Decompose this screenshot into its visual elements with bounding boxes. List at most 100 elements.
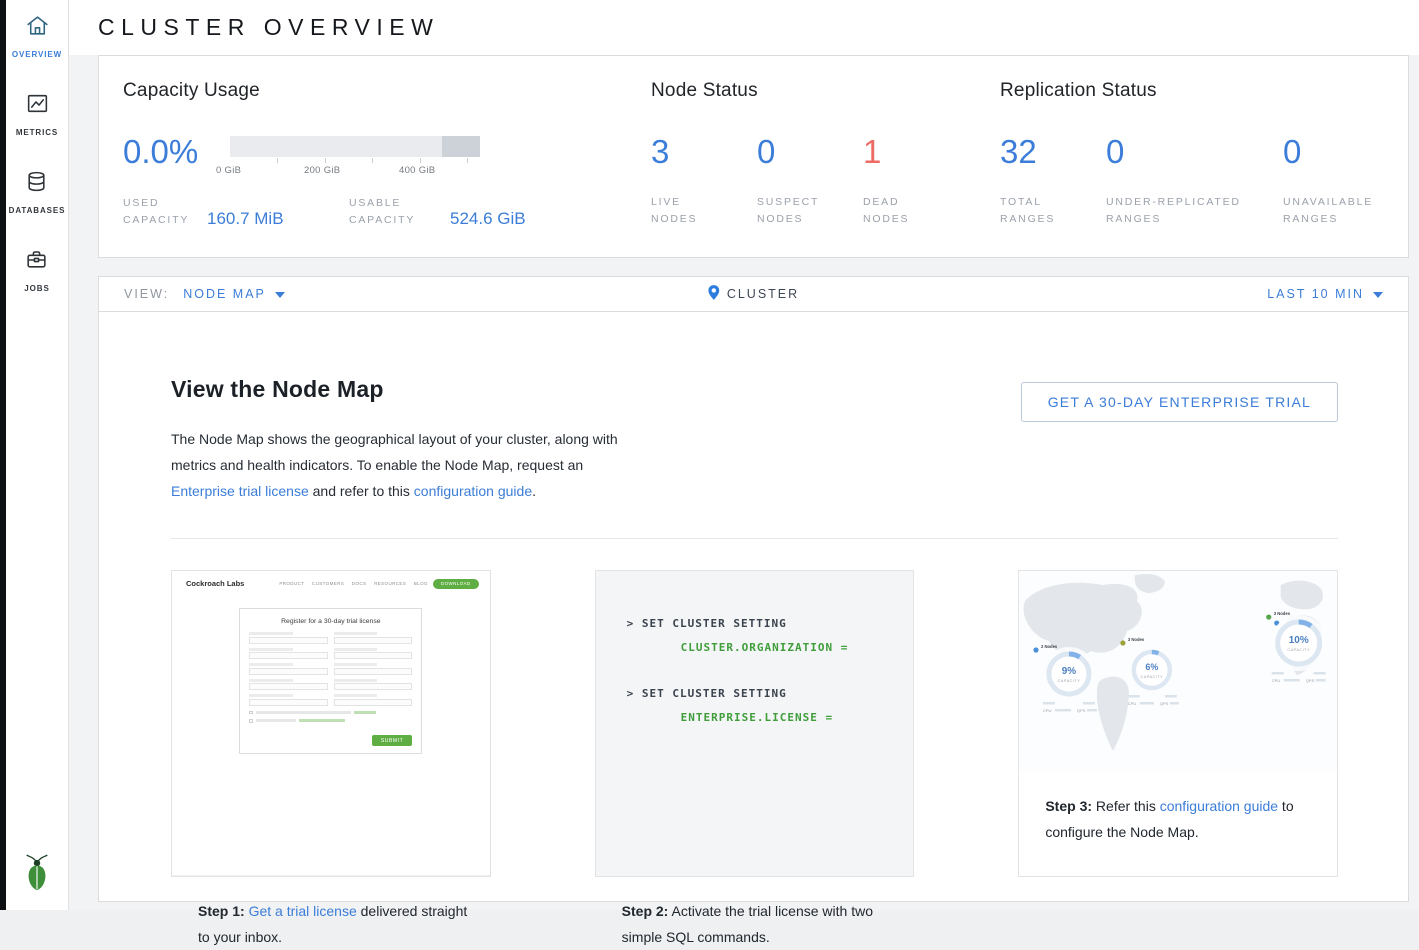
location-pin-icon [708, 285, 719, 303]
unavailable-ranges-stat: 0 UNAVAILABLE RANGES [1283, 134, 1389, 229]
svg-text:QPS: QPS [1306, 678, 1315, 683]
gauge-label: CAPACITY [1288, 648, 1311, 652]
node-map-description: The Node Map shows the geographical layo… [171, 426, 641, 504]
under-replicated-ranges-stat: 0 UNDER-REPLICATED RANGES [1106, 134, 1283, 229]
sidebar-item-label: METRICS [16, 128, 58, 137]
section-title: Replication Status [1000, 80, 1389, 102]
chevron-down-icon [275, 287, 285, 301]
configuration-guide-link[interactable]: configuration guide [414, 483, 532, 499]
stat-label: UNDER-REPLICATED RANGES [1106, 194, 1258, 229]
sidebar-item-metrics[interactable]: METRICS [16, 91, 58, 137]
node-map-title: View the Node Map [171, 376, 641, 403]
enterprise-trial-link[interactable]: Enterprise trial license [171, 483, 309, 499]
stat-label: UNAVAILABLE RANGES [1283, 194, 1383, 229]
capacity-section: Capacity Usage 0.0% 0 GiB [123, 80, 526, 230]
gauge-label: CAPACITY [1141, 675, 1164, 679]
usable-capacity-label: USABLE CAPACITY [349, 195, 450, 230]
form-checkbox-row [249, 719, 412, 723]
sidebar-item-databases[interactable]: DATABASES [9, 169, 66, 215]
stat-label: DEAD NODES [863, 194, 927, 229]
node-status-section: Node Status 3 LIVE NODES 0 SUSPECT NODES… [651, 80, 969, 229]
gauge-tick-label: 0 GiB [216, 165, 241, 176]
chevron-down-icon [1373, 287, 1383, 301]
configuration-guide-link[interactable]: configuration guide [1160, 798, 1278, 814]
step2-card: > SET CLUSTER SETTING CLUSTER.ORGANIZATI… [595, 570, 915, 877]
step1-caption: Step 1: Get a trial license delivered st… [172, 876, 490, 950]
step2-caption: Step 2: Activate the trial license with … [596, 876, 914, 950]
thumb-nav: PRODUCT CUSTOMERS DOCS RESOURCES BLOG [279, 581, 428, 586]
sidebar-item-label: OVERVIEW [12, 50, 62, 59]
trial-registration-form: Register for a 30-day trial license [239, 608, 422, 754]
app-window: OVERVIEW METRICS DATABASES JOBS [0, 0, 1419, 910]
jobs-icon [24, 247, 49, 277]
step1-thumbnail: Cockroach Labs PRODUCT CUSTOMERS DOCS RE… [172, 571, 490, 876]
main-area: CLUSTER OVERVIEW Capacity Usage 0.0% [69, 0, 1419, 910]
code-line: ENTERPRISE.LICENSE = [681, 710, 894, 726]
view-label: VIEW: [124, 287, 169, 301]
view-bar: VIEW: NODE MAP CLUSTER LAST 10 MIN [98, 276, 1409, 312]
step2-code: > SET CLUSTER SETTING CLUSTER.ORGANIZATI… [596, 571, 914, 876]
capacity-percent: 0.0% [123, 134, 230, 174]
qps-label: QPS [1077, 708, 1086, 713]
dead-nodes-stat: 1 DEAD NODES [863, 134, 969, 229]
svg-text:QPS: QPS [1160, 701, 1169, 706]
enterprise-trial-button[interactable]: GET A 30-DAY ENTERPRISE TRIAL [1021, 382, 1338, 422]
stat-value: 0 [757, 134, 863, 170]
gauge-tick-label: 200 GiB [304, 165, 340, 176]
thumb-brand: Cockroach Labs [183, 579, 244, 588]
usable-capacity-value: 524.6 GiB [450, 209, 526, 230]
form-submit-button: SUBMIT [372, 735, 413, 746]
svg-text:CPU: CPU [1128, 701, 1137, 706]
cockroach-logo [22, 853, 52, 896]
stat-value: 0 [1283, 134, 1389, 170]
gauge-track [230, 136, 480, 157]
locality-label: 3 Nodes [1128, 637, 1145, 642]
stat-label: LIVE NODES [651, 194, 715, 229]
database-icon [24, 169, 49, 199]
gauge-label: CAPACITY [1058, 679, 1081, 683]
locality-label: 2 Nodes [1041, 644, 1058, 649]
summary-card: Capacity Usage 0.0% 0 GiB [98, 55, 1409, 258]
live-nodes-stat: 3 LIVE NODES [651, 134, 757, 229]
gauge-tick-label: 400 GiB [399, 165, 435, 176]
sidebar: OVERVIEW METRICS DATABASES JOBS [6, 0, 69, 910]
page-title: CLUSTER OVERVIEW [98, 14, 439, 41]
svg-text:CPU: CPU [1272, 678, 1281, 683]
section-title: Capacity Usage [123, 80, 526, 102]
section-title: Node Status [651, 80, 969, 102]
code-line: > SET CLUSTER SETTING [627, 616, 894, 632]
gauge-usable-segment [442, 136, 480, 157]
form-checkbox-row [249, 711, 412, 715]
metrics-icon [25, 91, 50, 121]
code-line: > SET CLUSTER SETTING [627, 686, 894, 702]
gauge-percent: 6% [1146, 662, 1159, 672]
view-dropdown[interactable]: NODE MAP [183, 287, 285, 301]
thumb-download-button: DOWNLOAD [433, 579, 479, 589]
locality-label: 3 Nodes [1274, 611, 1291, 616]
used-capacity-label: USED CAPACITY [123, 195, 207, 230]
code-line: CLUSTER.ORGANIZATION = [681, 640, 894, 656]
replication-section: Replication Status 32 TOTAL RANGES 0 UND… [1000, 80, 1389, 229]
trial-license-link[interactable]: Get a trial license [249, 903, 357, 919]
breadcrumb: CLUSTER [727, 287, 799, 301]
sidebar-item-label: DATABASES [9, 206, 66, 215]
home-icon [25, 13, 50, 43]
capacity-gauge: 0 GiB 200 GiB 400 GiB [230, 136, 480, 174]
node-map-panel: View the Node Map The Node Map shows the… [98, 312, 1409, 902]
sidebar-item-label: JOBS [24, 284, 49, 293]
stat-label: SUSPECT NODES [757, 194, 821, 229]
divider [171, 538, 1338, 539]
suspect-nodes-stat: 0 SUSPECT NODES [757, 134, 863, 229]
step3-card: 2 Nodes 3 Nodes 3 Nodes 9% [1018, 570, 1338, 877]
stat-value: 1 [863, 134, 969, 170]
stat-value: 3 [651, 134, 757, 170]
time-range-dropdown[interactable]: LAST 10 MIN [1267, 287, 1383, 301]
step3-caption: Step 3: Refer this configuration guide t… [1019, 771, 1337, 845]
used-capacity-value: 160.7 MiB [207, 209, 349, 230]
form-title: Register for a 30-day trial license [249, 618, 412, 625]
sidebar-item-jobs[interactable]: JOBS [24, 247, 49, 293]
step1-card: Cockroach Labs PRODUCT CUSTOMERS DOCS RE… [171, 570, 491, 877]
gauge-percent: 9% [1062, 666, 1077, 677]
sidebar-item-overview[interactable]: OVERVIEW [12, 13, 62, 59]
gauge-percent: 10% [1289, 635, 1309, 646]
